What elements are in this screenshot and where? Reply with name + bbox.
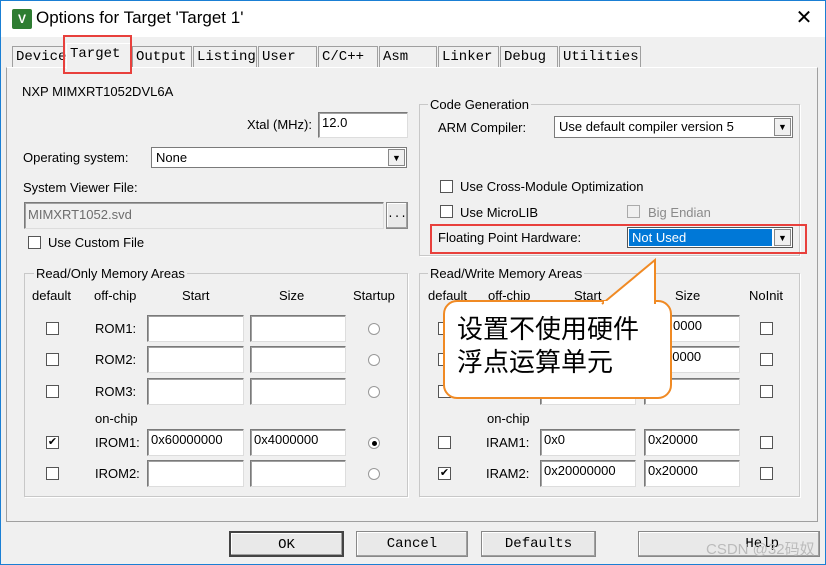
cross-module-checkbox[interactable] <box>440 180 453 193</box>
uv5-icon: V <box>12 9 32 29</box>
ok-button[interactable]: OK <box>229 531 344 557</box>
ro-size-input[interactable] <box>250 315 346 342</box>
callout-tail <box>601 258 656 306</box>
compiler-value: Use default compiler version 5 <box>559 119 734 134</box>
ro-onchip-label: on-chip <box>95 411 138 426</box>
tab-listing[interactable]: Listing <box>193 46 257 67</box>
svf-input[interactable]: MIMXRT1052.svd <box>24 202 384 229</box>
callout-line2: 浮点运算单元 <box>457 348 614 378</box>
tab-output[interactable]: Output <box>132 46 192 67</box>
svf-browse-button[interactable]: ... <box>386 202 408 229</box>
tab-linker[interactable]: Linker <box>438 46 499 67</box>
ro-default-checkbox[interactable] <box>46 353 59 366</box>
ro-row-label: ROM2: <box>95 352 137 367</box>
rw-noinit-checkbox[interactable] <box>760 322 773 335</box>
ro-row-label: ROM3: <box>95 384 137 399</box>
microlib-checkbox[interactable] <box>440 205 453 218</box>
chevron-down-icon: ▼ <box>388 149 405 166</box>
ro-startup-radio[interactable] <box>368 437 380 449</box>
compiler-select[interactable]: Use default compiler version 5 ▼ <box>554 116 793 138</box>
window-title: Options for Target 'Target 1' <box>36 8 244 27</box>
ro-start-input[interactable] <box>147 378 244 405</box>
ro-header-size: Size <box>279 288 305 303</box>
custom-file-label: Use Custom File <box>48 235 145 250</box>
big-endian-checkbox[interactable] <box>627 205 640 218</box>
tab-user[interactable]: User <box>258 46 317 67</box>
ro-size-input[interactable]: 0x4000000 <box>250 429 346 456</box>
rw-default-checkbox[interactable]: ✔ <box>438 467 451 480</box>
ro-header-default: default <box>32 288 72 303</box>
xtal-label: Xtal (MHz): <box>247 117 312 132</box>
rw-size-input[interactable]: 0x20000 <box>644 460 740 487</box>
tab-utilities[interactable]: Utilities <box>559 46 641 67</box>
ro-default-checkbox[interactable] <box>46 467 59 480</box>
ro-start-input[interactable]: 0x60000000 <box>147 429 244 456</box>
highlight-target-tab <box>63 35 132 74</box>
rw-size-input[interactable]: 0x20000 <box>644 429 740 456</box>
microlib-label: Use MicroLIB <box>460 205 539 220</box>
ro-size-input[interactable] <box>250 378 346 405</box>
ro-default-checkbox[interactable]: ✔ <box>46 436 59 449</box>
chevron-down-icon: ▼ <box>774 118 791 136</box>
rw-onchip-label: on-chip <box>487 411 530 426</box>
rw-start-input[interactable]: 0x0 <box>540 429 636 456</box>
ro-default-checkbox[interactable] <box>46 385 59 398</box>
compiler-label: ARM Compiler: <box>438 120 527 135</box>
callout-line1: 设置不使用硬件 <box>457 315 640 345</box>
ro-startup-radio[interactable] <box>368 354 380 366</box>
close-icon[interactable]: ✕ <box>790 5 818 31</box>
rw-default-checkbox[interactable] <box>438 436 451 449</box>
ro-start-input[interactable] <box>147 315 244 342</box>
highlight-fph <box>430 224 807 254</box>
rw-header-noinit: NoInit <box>749 288 783 303</box>
os-select[interactable]: None ▼ <box>151 147 407 168</box>
watermark: CSDN @32码奴 <box>706 541 815 558</box>
ro-row-label: ROM1: <box>95 321 137 336</box>
ro-row-label: IROM1: <box>95 435 140 450</box>
ro-header-offchip: off-chip <box>94 288 137 303</box>
code-generation-title: Code Generation <box>428 97 532 112</box>
rw-start-input[interactable]: 0x20000000 <box>540 460 636 487</box>
rw-row-label: IRAM2: <box>486 466 530 481</box>
tab-debug[interactable]: Debug <box>500 46 558 67</box>
defaults-button[interactable]: Defaults <box>481 531 596 557</box>
tab-cc[interactable]: C/C++ <box>318 46 378 67</box>
tab-asm[interactable]: Asm <box>379 46 437 67</box>
cross-module-label: Use Cross-Module Optimization <box>460 179 644 194</box>
svf-label: System Viewer File: <box>23 180 138 195</box>
cancel-button[interactable]: Cancel <box>356 531 468 557</box>
ro-size-input[interactable] <box>250 460 346 487</box>
big-endian-label: Big Endian <box>648 205 711 220</box>
ro-startup-radio[interactable] <box>368 468 380 480</box>
rw-noinit-checkbox[interactable] <box>760 353 773 366</box>
ro-row-label: IROM2: <box>95 466 140 481</box>
rw-row-label: IRAM1: <box>486 435 530 450</box>
rw-noinit-checkbox[interactable] <box>760 385 773 398</box>
rw-noinit-checkbox[interactable] <box>760 467 773 480</box>
ro-start-input[interactable] <box>147 460 244 487</box>
os-label: Operating system: <box>23 150 129 165</box>
ro-size-input[interactable] <box>250 346 346 373</box>
ro-default-checkbox[interactable] <box>46 322 59 335</box>
rw-title: Read/Write Memory Areas <box>428 266 585 281</box>
tab-device[interactable]: Device <box>12 46 66 67</box>
os-value: None <box>156 150 188 165</box>
annotation-callout: 设置不使用硬件 浮点运算单元 <box>443 300 672 399</box>
ro-startup-radio[interactable] <box>368 323 380 335</box>
custom-file-checkbox[interactable] <box>28 236 41 249</box>
ro-start-input[interactable] <box>147 346 244 373</box>
rw-noinit-checkbox[interactable] <box>760 436 773 449</box>
ro-header-start: Start <box>182 288 210 303</box>
xtal-input[interactable]: 12.0 <box>318 112 408 138</box>
ro-startup-radio[interactable] <box>368 386 380 398</box>
device-name: NXP MIMXRT1052DVL6A <box>22 84 174 99</box>
ro-title: Read/Only Memory Areas <box>34 266 187 281</box>
ro-header-startup: Startup <box>353 288 395 303</box>
